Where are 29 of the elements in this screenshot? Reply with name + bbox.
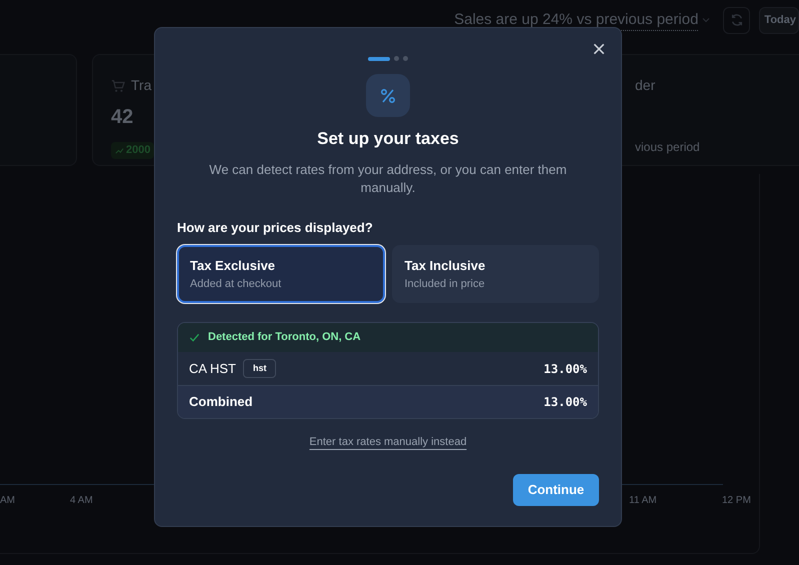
tax-name: CA HST: [189, 360, 236, 378]
continue-button[interactable]: Continue: [513, 474, 599, 506]
axis-label: AM: [0, 494, 15, 508]
axis-label: 4 AM: [70, 494, 93, 508]
axis-label: 12 PM: [722, 494, 751, 508]
date-button[interactable]: Today: [759, 6, 799, 34]
card-title: Tra: [131, 76, 152, 95]
card-note: vious period: [634, 139, 701, 156]
chevron-down-icon: [702, 16, 710, 24]
close-button[interactable]: [592, 42, 606, 56]
card-title: der: [634, 76, 656, 95]
tax-code-badge: hst: [242, 358, 276, 378]
percent-icon: [366, 74, 410, 117]
tax-rate: 13.00%: [544, 360, 587, 378]
close-icon: [592, 42, 606, 56]
modal-title: Set up your taxes: [317, 128, 459, 150]
manual-entry-link[interactable]: Enter tax rates manually instead: [309, 434, 467, 450]
question-label: How are your prices displayed?: [177, 218, 374, 237]
detected-location: Detected for Toronto, ON, CA: [208, 330, 361, 346]
modal-description: We can detect rates from your address, or you can enter them manually.: [208, 160, 568, 196]
axis-label: 11 AM: [629, 494, 657, 508]
check-icon: [189, 332, 200, 343]
cart-icon: [111, 78, 125, 92]
tax-name: Combined: [189, 393, 253, 412]
price-option[interactable]: Tax Exclusive Added at checkout: [177, 245, 384, 303]
refresh-icon: [730, 13, 744, 27]
card-value: 42: [111, 105, 134, 130]
price-option[interactable]: Tax Inclusive Included in price: [392, 245, 599, 303]
tax-rate: 13.00%: [544, 394, 587, 411]
